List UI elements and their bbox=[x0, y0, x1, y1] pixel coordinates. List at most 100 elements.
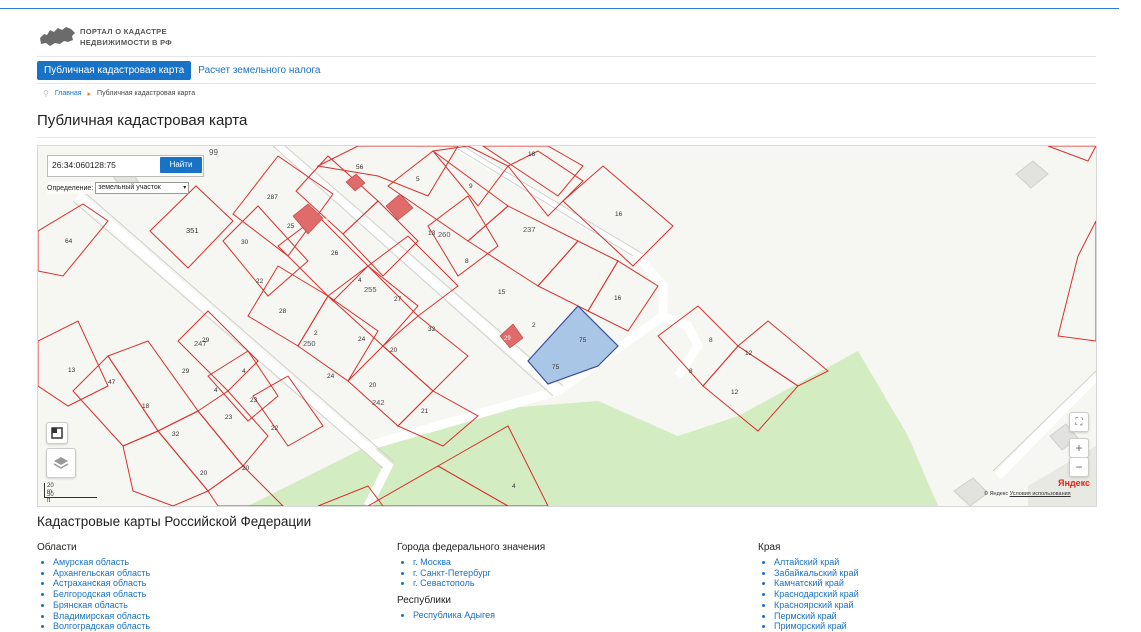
region-link[interactable]: Пермский край bbox=[774, 611, 837, 621]
region-link[interactable]: Алтайский край bbox=[774, 557, 839, 567]
logo-line-1: ПОРТАЛ О КАДАСТРЕ bbox=[80, 27, 167, 36]
definition-row: Определение: земельный участок ▾ bbox=[47, 182, 190, 194]
cadastral-number-input[interactable] bbox=[52, 158, 152, 172]
location-pin-icon: ⚲ bbox=[43, 89, 49, 98]
region-link[interactable]: Камчатский край bbox=[774, 578, 844, 588]
fullscreen-button[interactable]: ⛶ bbox=[1069, 412, 1089, 432]
parcel-label: 22 bbox=[256, 278, 264, 285]
breadcrumb: ⚲ Главная ▸ Публичная кадастровая карта bbox=[43, 89, 195, 98]
region-link[interactable]: Республика Адыгея bbox=[413, 610, 495, 620]
parcel-label: 30 bbox=[241, 239, 249, 246]
parcel-label: 47 bbox=[108, 379, 116, 386]
parcel-label: 4 bbox=[214, 387, 218, 394]
region-link[interactable]: Астраханская область bbox=[53, 578, 146, 588]
search-button[interactable]: Найти bbox=[160, 157, 202, 173]
list-item[interactable]: Забайкальский край bbox=[774, 568, 1058, 579]
cadastral-map[interactable]: 99 18 56 5 9 16 287 351 30 64 25 26 13 2… bbox=[37, 145, 1097, 507]
definition-select[interactable]: земельный участок ▾ bbox=[95, 182, 190, 194]
yandex-logo[interactable]: Яндекс bbox=[1058, 478, 1090, 488]
parcel-label: 27 bbox=[394, 296, 402, 303]
parcel-label: 260 bbox=[438, 230, 451, 239]
parcel-label: 2 bbox=[532, 322, 536, 329]
parcel-label: 9 bbox=[469, 183, 473, 190]
parcel-label: 56 bbox=[356, 164, 364, 171]
list-item[interactable]: г. Москва bbox=[413, 557, 697, 568]
list-item[interactable]: Красноярский край bbox=[774, 600, 1058, 611]
region-link[interactable]: Белгородская область bbox=[53, 589, 146, 599]
region-link[interactable]: Приморский край bbox=[774, 621, 847, 631]
krai-column: Края Алтайский край Забайкальский край К… bbox=[758, 542, 1058, 632]
layers-button[interactable] bbox=[46, 448, 76, 478]
list-item[interactable]: г. Севастополь bbox=[413, 578, 697, 589]
parcel-label: 5 bbox=[416, 176, 420, 183]
breadcrumb-home-link[interactable]: Главная bbox=[55, 90, 82, 97]
parcel-label: 20 bbox=[390, 347, 398, 354]
list-item[interactable]: Краснодарский край bbox=[774, 589, 1058, 600]
parcel-labels: 99 18 56 5 9 16 287 351 30 64 25 26 13 2… bbox=[38, 146, 1096, 506]
parcel-label: 25 bbox=[287, 223, 295, 230]
parcel-label: 29 bbox=[202, 337, 210, 344]
region-link[interactable]: Красноярский край bbox=[774, 600, 854, 610]
krai-list: Алтайский край Забайкальский край Камчат… bbox=[758, 557, 1058, 632]
parcel-label: 24 bbox=[358, 336, 366, 343]
list-item[interactable]: Амурская область bbox=[53, 557, 337, 568]
region-link[interactable]: Забайкальский край bbox=[774, 568, 858, 578]
copyright-text: © Яндекс bbox=[984, 491, 1009, 497]
parcel-label: 28 bbox=[279, 308, 287, 315]
list-item[interactable]: г. Санкт-Петербург bbox=[413, 568, 697, 579]
federal-cities-column: Города федерального значения г. Москва г… bbox=[397, 542, 697, 621]
parcel-label: 29 bbox=[182, 368, 190, 375]
region-link[interactable]: Волгоградская область bbox=[53, 621, 150, 631]
region-link[interactable]: Владимирская область bbox=[53, 611, 150, 621]
list-item[interactable]: Белгородская область bbox=[53, 589, 337, 600]
list-item[interactable]: Владимирская область bbox=[53, 611, 337, 622]
site-logo[interactable]: ПОРТАЛ О КАДАСТРЕ НЕДВИЖИМОСТИ В РФ bbox=[38, 22, 198, 52]
zoom-out-button[interactable]: − bbox=[1069, 457, 1089, 477]
parcel-label: 8 bbox=[689, 368, 693, 375]
parcel-label: 13 bbox=[68, 367, 76, 374]
parcel-label: 2 bbox=[314, 330, 318, 337]
nav-divider bbox=[37, 83, 1096, 84]
scale-feet: 50 ft bbox=[47, 492, 54, 504]
region-link[interactable]: Краснодарский край bbox=[774, 589, 859, 599]
list-item[interactable]: Приморский край bbox=[774, 621, 1058, 632]
list-item[interactable]: Астраханская область bbox=[53, 578, 337, 589]
parcel-label: 82 bbox=[326, 216, 333, 222]
chevron-down-icon: ▾ bbox=[183, 185, 187, 191]
top-accent-line bbox=[0, 8, 1119, 9]
breadcrumb-arrow-icon: ▸ bbox=[87, 90, 92, 98]
breadcrumb-current: Публичная кадастровая карта bbox=[97, 90, 196, 97]
region-link[interactable]: г. Москва bbox=[413, 557, 451, 567]
zoom-in-button[interactable]: + bbox=[1069, 438, 1089, 458]
region-link[interactable]: г. Севастополь bbox=[413, 578, 475, 588]
parcel-label: 32 bbox=[428, 326, 436, 333]
list-item[interactable]: Алтайский край bbox=[774, 557, 1058, 568]
ruler-button[interactable] bbox=[46, 422, 68, 444]
republics-list: Республика Адыгея bbox=[397, 610, 697, 621]
list-item[interactable]: Брянская область bbox=[53, 600, 337, 611]
parcel-label: 26 bbox=[331, 250, 339, 257]
parcel-label: 287 bbox=[267, 194, 278, 201]
tab-land-tax[interactable]: Расчет земельного налога bbox=[191, 61, 327, 80]
terms-link[interactable]: Условия использования bbox=[1010, 491, 1071, 497]
parcel-label: 75 bbox=[552, 364, 560, 371]
list-item[interactable]: Камчатский край bbox=[774, 578, 1058, 589]
parcel-label: 16 bbox=[614, 295, 622, 302]
parcel-label: 12 bbox=[745, 350, 753, 357]
region-link[interactable]: Брянская область bbox=[53, 600, 128, 610]
region-link[interactable]: Архангельская область bbox=[53, 568, 150, 578]
region-link[interactable]: г. Санкт-Петербург bbox=[413, 568, 491, 578]
list-item[interactable]: Архангельская область bbox=[53, 568, 337, 579]
region-link[interactable]: Амурская область bbox=[53, 557, 129, 567]
parcel-label: 18 bbox=[142, 403, 150, 410]
parcel-label: 250 bbox=[303, 339, 316, 348]
minus-icon: − bbox=[1075, 460, 1083, 474]
parcel-label: 4 bbox=[358, 277, 362, 284]
parcel-label: 23 bbox=[250, 397, 258, 404]
list-item[interactable]: Пермский край bbox=[774, 611, 1058, 622]
list-item[interactable]: Волгоградская область bbox=[53, 621, 337, 632]
parcel-label: 16 bbox=[615, 211, 623, 218]
tab-cadastral-map[interactable]: Публичная кадастровая карта bbox=[37, 61, 192, 80]
parcel-label: 15 bbox=[498, 289, 506, 296]
list-item[interactable]: Республика Адыгея bbox=[413, 610, 697, 621]
